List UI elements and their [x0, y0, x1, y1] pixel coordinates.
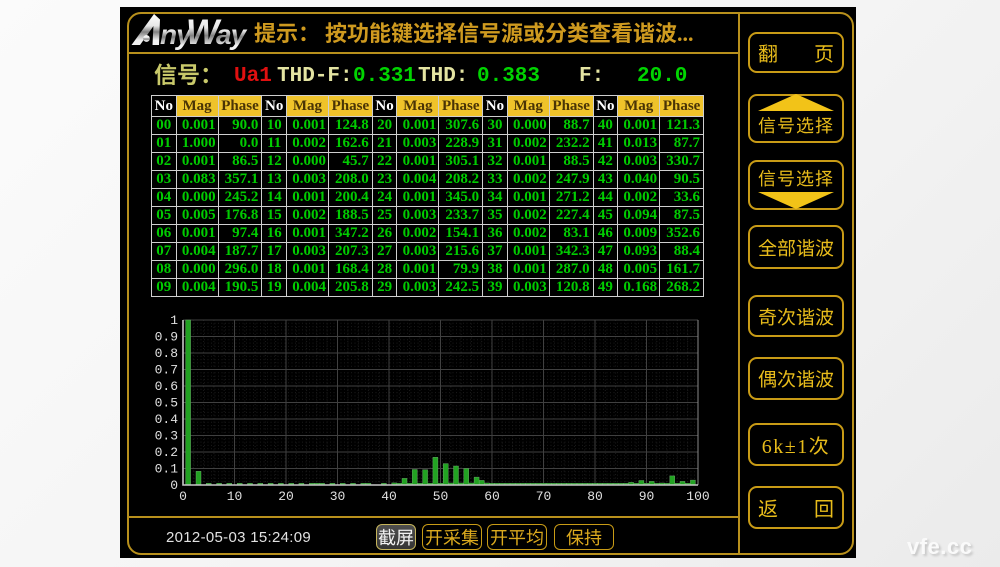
svg-text:0.4: 0.4: [155, 412, 179, 427]
svg-text:60: 60: [484, 489, 500, 504]
svg-text:0.5: 0.5: [155, 396, 178, 411]
svg-text:0.3: 0.3: [155, 429, 178, 444]
svg-text:0.7: 0.7: [155, 363, 178, 378]
svg-text:20: 20: [278, 489, 294, 504]
svg-text:90: 90: [639, 489, 655, 504]
svg-text:0.2: 0.2: [155, 445, 178, 460]
svg-text:100: 100: [686, 489, 709, 504]
svg-text:70: 70: [536, 489, 552, 504]
svg-text:0.6: 0.6: [155, 379, 178, 394]
svg-text:10: 10: [227, 489, 243, 504]
svg-text:0.1: 0.1: [155, 462, 179, 477]
svg-text:40: 40: [381, 489, 397, 504]
svg-text:ay: ay: [216, 19, 248, 50]
svg-text:50: 50: [433, 489, 449, 504]
svg-text:30: 30: [330, 489, 346, 504]
svg-text:0.9: 0.9: [155, 330, 178, 345]
svg-text:0: 0: [170, 478, 178, 493]
svg-text:0.8: 0.8: [155, 346, 178, 361]
svg-text:1: 1: [170, 313, 178, 328]
svg-text:80: 80: [587, 489, 603, 504]
svg-text:0: 0: [179, 489, 187, 504]
